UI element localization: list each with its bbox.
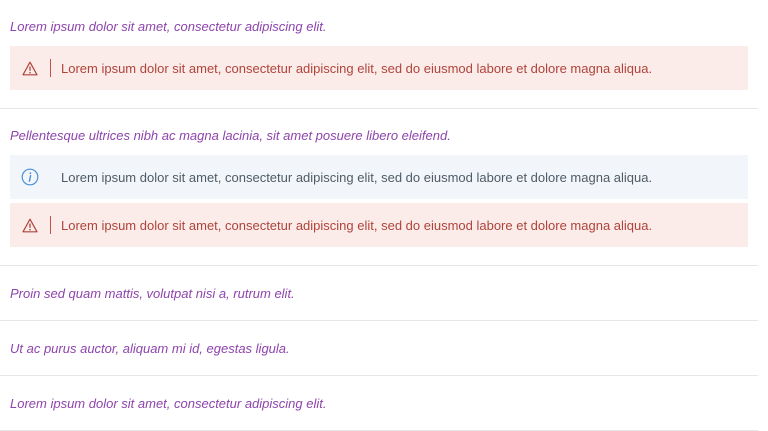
section-title: Proin sed quam mattis, volutpat nisi a, …: [10, 286, 295, 301]
section-list: Lorem ipsum dolor sit amet, consectetur …: [0, 0, 758, 431]
warning-icon: [10, 203, 50, 247]
warning-icon: [10, 46, 50, 90]
info-icon: [10, 155, 50, 199]
section: Ut ac purus auctor, aliquam mi id, egest…: [0, 321, 758, 376]
alert-message: Lorem ipsum dolor sit amet, consectetur …: [61, 217, 653, 233]
alert-info: Lorem ipsum dolor sit amet, consectetur …: [10, 155, 748, 199]
section: Proin sed quam mattis, volutpat nisi a, …: [0, 266, 758, 321]
alert-divider: [50, 59, 51, 77]
section-title: Pellentesque ultrices nibh ac magna laci…: [10, 128, 451, 143]
alert-message: Lorem ipsum dolor sit amet, consectetur …: [61, 169, 653, 185]
section-title: Ut ac purus auctor, aliquam mi id, egest…: [10, 341, 290, 356]
section-title: Lorem ipsum dolor sit amet, consectetur …: [10, 396, 327, 411]
section: Pellentesque ultrices nibh ac magna laci…: [0, 109, 758, 266]
alert-danger: Lorem ipsum dolor sit amet, consectetur …: [10, 46, 748, 90]
section-title: Lorem ipsum dolor sit amet, consectetur …: [10, 19, 327, 34]
page: Lorem ipsum dolor sit amet, consectetur …: [0, 0, 768, 431]
section: Lorem ipsum dolor sit amet, consectetur …: [0, 0, 758, 109]
alert-message: Lorem ipsum dolor sit amet, consectetur …: [61, 60, 653, 76]
section: Lorem ipsum dolor sit amet, consectetur …: [0, 376, 758, 431]
alert-danger: Lorem ipsum dolor sit amet, consectetur …: [10, 203, 748, 247]
alert-divider: [50, 216, 51, 234]
